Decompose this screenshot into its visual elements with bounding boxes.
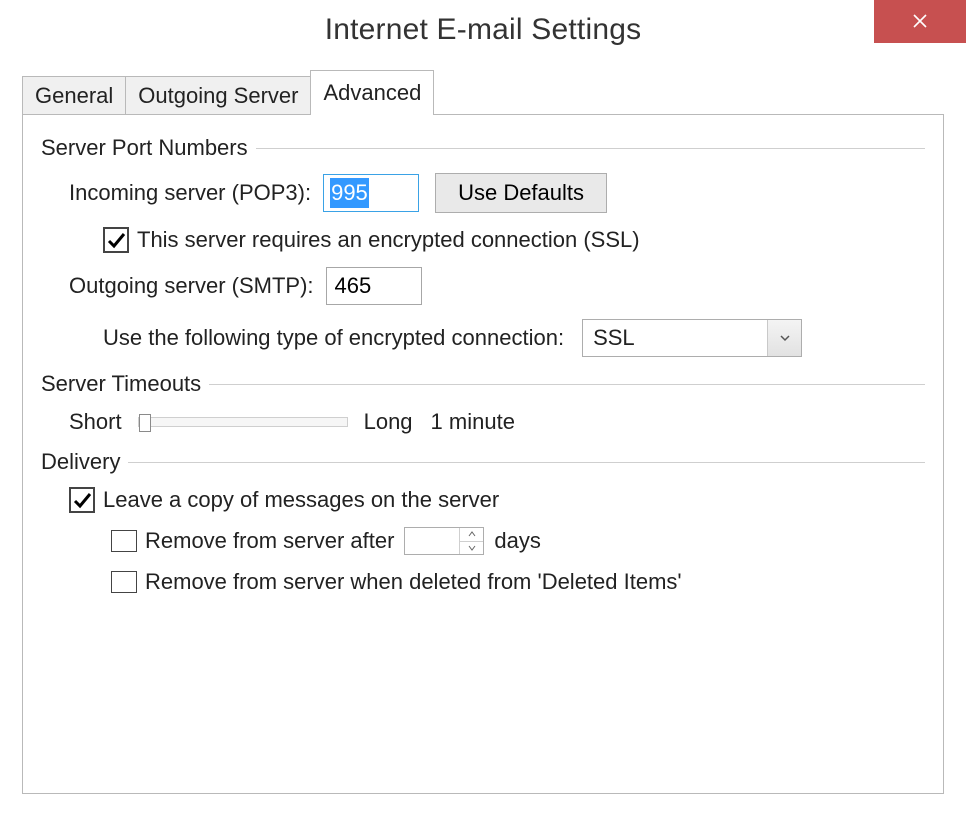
timeout-slider[interactable] (138, 417, 348, 427)
slider-thumb[interactable] (139, 414, 151, 432)
dialog-title: Internet E-mail Settings (325, 13, 642, 47)
encryption-type-select[interactable]: SSL (582, 319, 802, 357)
remove-after-days-label: days (494, 528, 540, 554)
remove-after-checkbox[interactable] (111, 530, 137, 552)
chevron-down-icon (767, 320, 801, 356)
timeout-short-label: Short (69, 409, 122, 435)
encryption-type-label: Use the following type of encrypted conn… (103, 325, 564, 351)
use-defaults-button[interactable]: Use Defaults (435, 173, 607, 213)
remove-after-label: Remove from server after (145, 528, 394, 554)
tab-advanced[interactable]: Advanced (310, 70, 434, 115)
remove-after-days-spinner[interactable] (404, 527, 484, 555)
leave-copy-checkbox[interactable] (69, 487, 95, 513)
remove-deleted-label: Remove from server when deleted from 'De… (145, 569, 682, 595)
incoming-server-label: Incoming server (POP3): (69, 180, 311, 206)
tab-strip: General Outgoing Server Advanced (22, 70, 944, 115)
spinner-down-icon[interactable] (459, 542, 483, 555)
group-header-delivery: Delivery (41, 449, 120, 475)
incoming-server-port-input[interactable]: 995 (323, 174, 419, 212)
timeout-value: 1 minute (431, 409, 515, 435)
leave-copy-label: Leave a copy of messages on the server (103, 487, 499, 513)
timeout-long-label: Long (364, 409, 413, 435)
close-button[interactable] (874, 0, 966, 43)
group-header-server-timeouts: Server Timeouts (41, 371, 201, 397)
spinner-up-icon[interactable] (459, 528, 483, 542)
ssl-required-label: This server requires an encrypted connec… (137, 227, 640, 253)
tab-general[interactable]: General (22, 76, 126, 115)
tab-panel-advanced: Server Port Numbers Incoming server (POP… (22, 114, 944, 794)
ssl-required-checkbox[interactable] (103, 227, 129, 253)
title-bar: Internet E-mail Settings (0, 0, 966, 60)
outgoing-server-port-input[interactable] (326, 267, 422, 305)
tab-outgoing-server[interactable]: Outgoing Server (125, 76, 311, 115)
close-icon (912, 9, 928, 35)
group-header-server-port-numbers: Server Port Numbers (41, 135, 248, 161)
remove-deleted-checkbox[interactable] (111, 571, 137, 593)
outgoing-server-label: Outgoing server (SMTP): (69, 273, 314, 299)
